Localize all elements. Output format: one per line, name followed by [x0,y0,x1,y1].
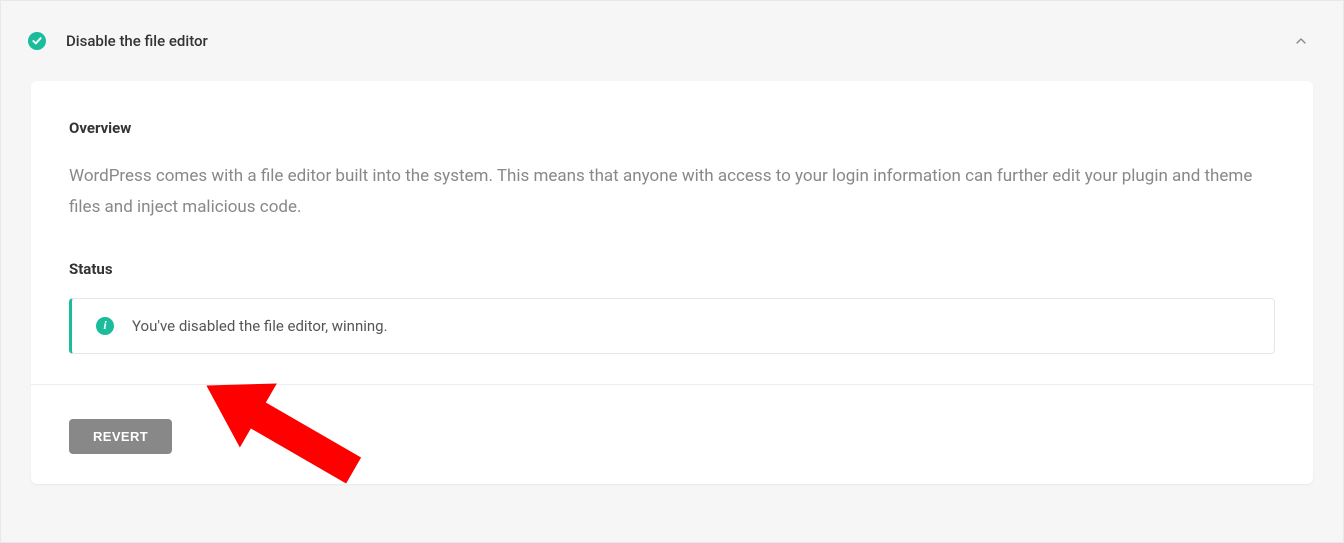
settings-panel: Disable the file editor Overview WordPre… [0,0,1344,543]
accordion-header[interactable]: Disable the file editor [1,1,1343,81]
panel-title: Disable the file editor [66,32,208,50]
panel-footer: REVERT [31,384,1313,484]
info-icon: i [96,317,114,335]
panel-card: Overview WordPress comes with a file edi… [31,81,1313,484]
chevron-up-icon[interactable] [1289,29,1313,53]
status-message-box: i You've disabled the file editor, winni… [69,298,1275,354]
status-message-text: You've disabled the file editor, winning… [132,317,388,335]
check-circle-icon [28,32,46,50]
status-heading: Status [69,260,1275,278]
overview-text: WordPress comes with a file editor built… [69,161,1275,224]
revert-button[interactable]: REVERT [69,419,172,454]
overview-heading: Overview [69,119,1275,137]
